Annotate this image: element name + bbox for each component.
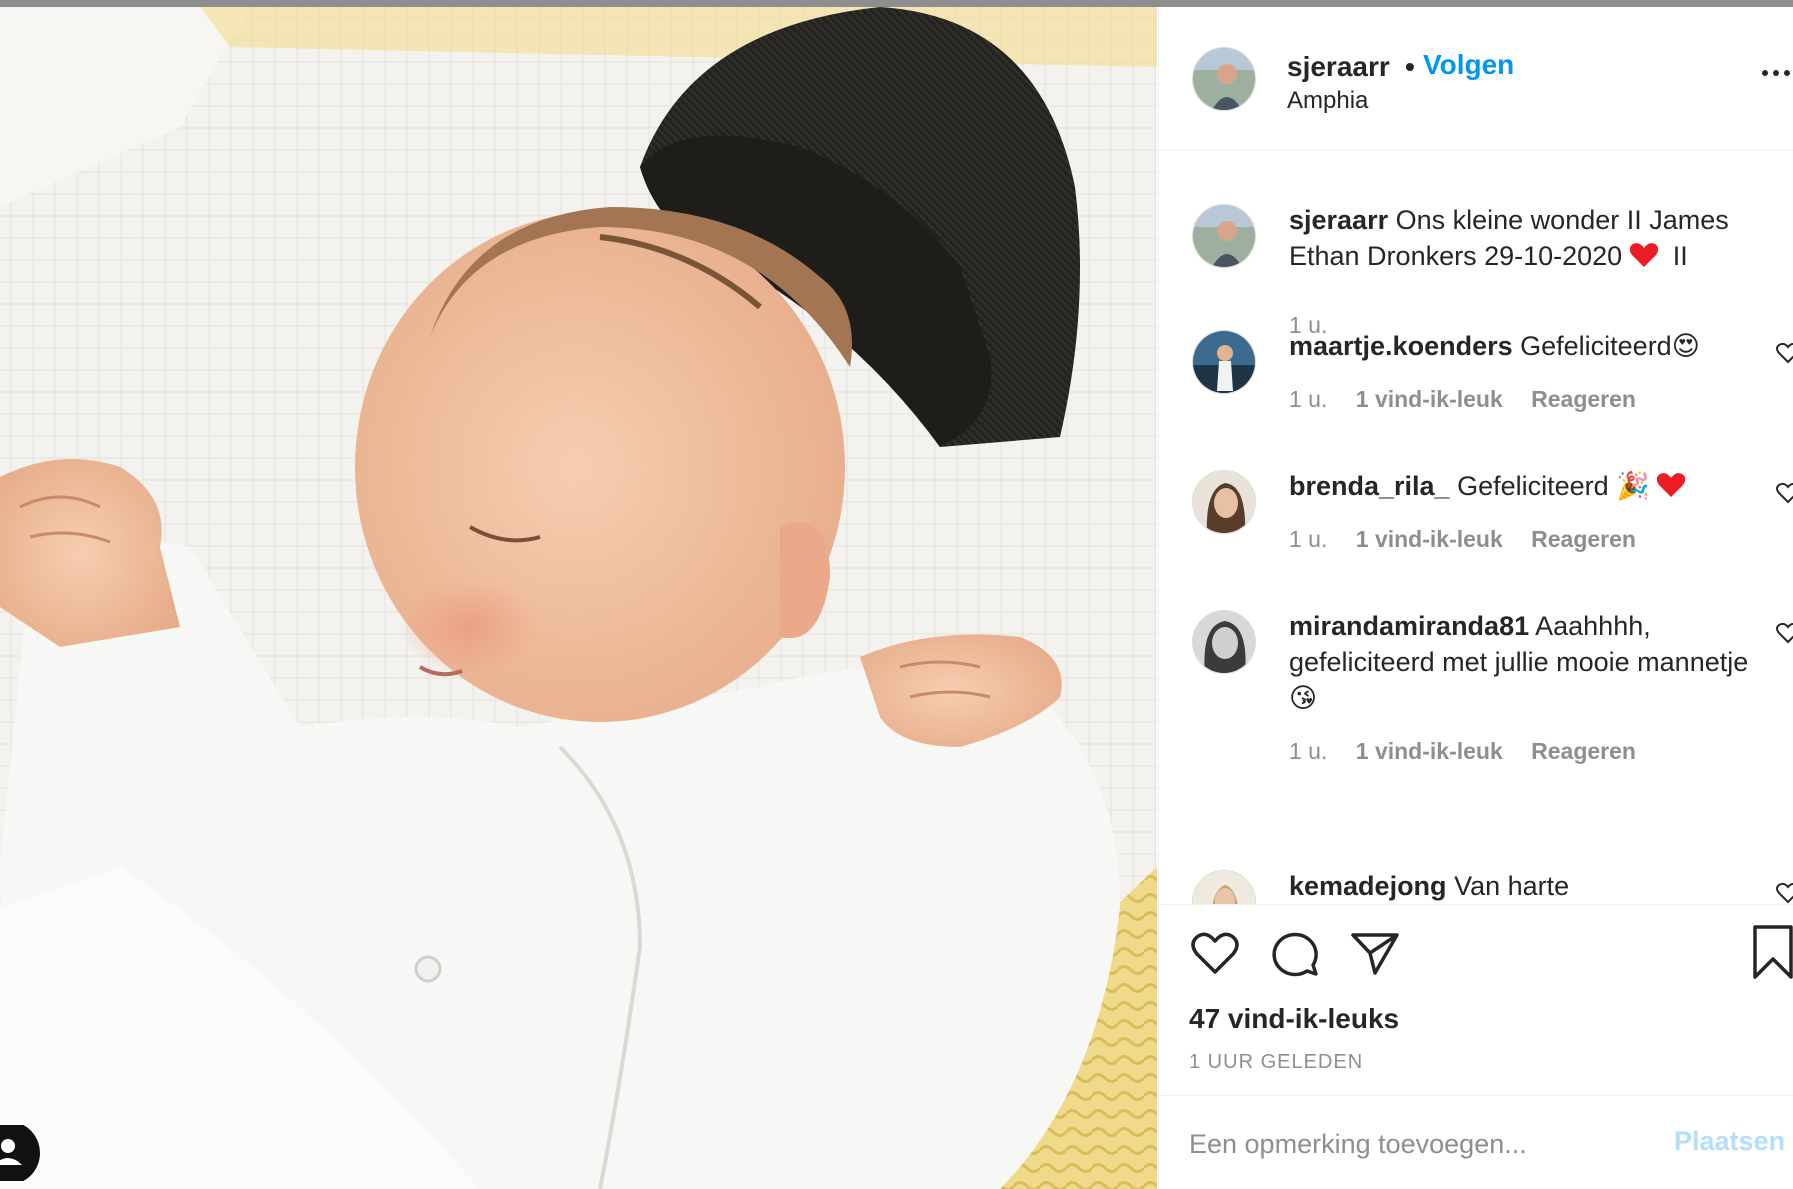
caption-avatar[interactable] (1192, 204, 1256, 268)
red-heart-emoji-icon (1657, 473, 1686, 497)
comment-meta: 1 u. 1 vind-ik-leuk Reageren (1289, 386, 1636, 413)
comment-username[interactable]: kemadejong (1289, 871, 1447, 901)
comment-username[interactable]: maartje.koenders (1289, 331, 1513, 361)
caption-username[interactable]: sjeraarr (1289, 205, 1388, 235)
add-comment-bar: Plaatsen (1159, 1095, 1793, 1189)
more-icon[interactable] (1759, 63, 1793, 83)
author-avatar-image (1193, 48, 1255, 110)
comment-icon[interactable] (1269, 927, 1321, 979)
red-heart-emoji-icon (1629, 243, 1658, 267)
comment-text-block: brenda_rila_ Gefeliciteerd 🎉 (1289, 468, 1769, 504)
caption-avatar-image (1193, 205, 1255, 267)
reply-button[interactable]: Reageren (1531, 386, 1636, 412)
comment-avatar-image (1193, 331, 1255, 393)
comment-text-block: maartje.koenders Gefeliciteerd😍 (1289, 328, 1769, 364)
share-icon[interactable] (1349, 927, 1401, 979)
like-comment-heart-icon[interactable] (1776, 342, 1793, 364)
reply-button[interactable]: Reageren (1531, 526, 1636, 552)
post-time-ago[interactable]: 1 UUR GELEDEN (1189, 1051, 1363, 1074)
post-actions: 47 vind-ik-leuks 1 UUR GELEDEN Plaatsen (1159, 904, 1793, 1189)
comment-avatar-image (1193, 871, 1255, 904)
comment-input[interactable] (1189, 1124, 1639, 1164)
comment-username[interactable]: mirandamiranda81 (1289, 611, 1529, 641)
comment-time[interactable]: 1 u. (1289, 386, 1327, 412)
post-location[interactable]: Amphia (1287, 87, 1368, 115)
comment-likes[interactable]: 1 vind-ik-leuk (1356, 738, 1503, 764)
author-username[interactable]: sjeraarr (1287, 51, 1390, 83)
post-sidebar: sjeraarr • Volgen Amphia sjeraarr Ons kl… (1158, 7, 1793, 1189)
like-comment-heart-icon[interactable] (1776, 482, 1793, 504)
like-comment-heart-icon[interactable] (1776, 882, 1793, 904)
post-comment-button[interactable]: Plaatsen (1674, 1126, 1785, 1157)
comment-time[interactable]: 1 u. (1289, 738, 1327, 764)
top-bar (0, 0, 1793, 7)
comment-text: Gefeliciteerd😍 (1520, 331, 1700, 361)
reply-button[interactable]: Reageren (1531, 738, 1636, 764)
comment-text: Gefeliciteerd 🎉 (1457, 471, 1650, 501)
comment-likes[interactable]: 1 vind-ik-leuk (1356, 526, 1503, 552)
comment-text-block: mirandamiranda81 Aaahhhh, gefeliciteerd … (1289, 608, 1769, 716)
author-avatar[interactable] (1192, 47, 1256, 111)
likes-count[interactable]: 47 vind-ik-leuks (1189, 1003, 1399, 1035)
post-photo[interactable] (0, 7, 1157, 1189)
bookmark-icon[interactable] (1751, 923, 1793, 981)
separator-dot: • (1405, 51, 1415, 82)
comment-text-block: kemadejong Van harte (1289, 868, 1769, 904)
comment-avatar-image (1193, 611, 1255, 673)
follow-button[interactable]: Volgen (1423, 49, 1514, 81)
caption-suffix: II (1672, 241, 1688, 271)
post-header: sjeraarr • Volgen Amphia (1159, 7, 1793, 151)
comment-likes[interactable]: 1 vind-ik-leuk (1356, 386, 1503, 412)
comment-avatar[interactable] (1192, 330, 1256, 394)
user-tag-icon[interactable] (0, 1125, 42, 1181)
comment-text: Van harte (1454, 871, 1570, 901)
comment-avatar[interactable] (1192, 870, 1256, 904)
comment-meta: 1 u. 1 vind-ik-leuk Reageren (1289, 738, 1636, 765)
comment-avatar[interactable] (1192, 610, 1256, 674)
comment-avatar[interactable] (1192, 470, 1256, 534)
comment-username[interactable]: brenda_rila_ (1289, 471, 1450, 501)
heart-icon[interactable] (1189, 927, 1241, 979)
comments-list[interactable]: sjeraarr Ons kleine wonder II James Etha… (1159, 152, 1793, 904)
comment-meta: 1 u. 1 vind-ik-leuk Reageren (1289, 526, 1636, 553)
caption-text-block: sjeraarr Ons kleine wonder II James Etha… (1289, 202, 1769, 274)
baby-photo-illustration (0, 7, 1157, 1189)
comment-avatar-image (1193, 471, 1255, 533)
comment-time[interactable]: 1 u. (1289, 526, 1327, 552)
like-comment-heart-icon[interactable] (1776, 622, 1793, 644)
